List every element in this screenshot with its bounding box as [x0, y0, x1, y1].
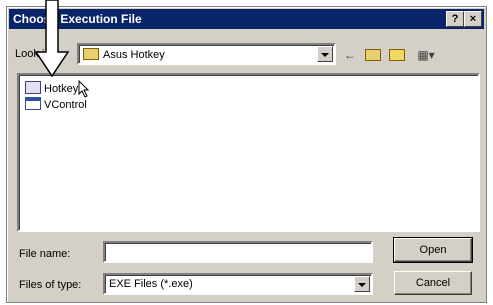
- view-menu-icon[interactable]: ▦▾: [412, 47, 440, 63]
- pointer-arrow-icon: [34, 0, 70, 78]
- filetype-label: Files of type:: [19, 279, 82, 291]
- lookin-value-wrap: Asus Hotkey: [83, 48, 165, 61]
- list-item[interactable]: Hotkey: [25, 81, 78, 95]
- filetype-value: EXE Files (*.exe): [109, 278, 193, 290]
- open-button[interactable]: Open: [393, 237, 473, 263]
- cancel-button[interactable]: Cancel: [394, 271, 472, 295]
- chevron-down-icon[interactable]: [317, 46, 333, 62]
- up-folder-icon[interactable]: [364, 47, 382, 63]
- title-bar: Choose Execution File ? ×: [9, 9, 484, 29]
- back-icon[interactable]: ←: [341, 47, 359, 63]
- lookin-value: Asus Hotkey: [103, 49, 165, 61]
- filename-input[interactable]: [103, 241, 373, 263]
- mouse-cursor-icon: [78, 80, 90, 98]
- file-name: VControl: [44, 99, 87, 111]
- dialog-title: Choose Execution File: [13, 12, 142, 26]
- file-name: Hotkey: [44, 83, 79, 95]
- exe-icon: [25, 97, 41, 110]
- chevron-down-icon[interactable]: [354, 276, 370, 292]
- folder-up-icon-shape: [365, 49, 381, 61]
- folder-icon: [83, 48, 99, 60]
- list-item[interactable]: VControl: [25, 97, 87, 111]
- help-button[interactable]: ?: [446, 11, 464, 27]
- new-folder-icon[interactable]: [388, 47, 406, 63]
- filetype-dropdown[interactable]: EXE Files (*.exe): [103, 273, 373, 295]
- file-dialog: Choose Execution File ? × Look in: Asus …: [6, 6, 487, 303]
- exe-icon: [25, 81, 41, 94]
- close-button[interactable]: ×: [464, 11, 482, 27]
- new-folder-icon-shape: [389, 49, 405, 61]
- lookin-dropdown[interactable]: Asus Hotkey: [77, 43, 336, 65]
- filename-label: File name:: [19, 248, 71, 260]
